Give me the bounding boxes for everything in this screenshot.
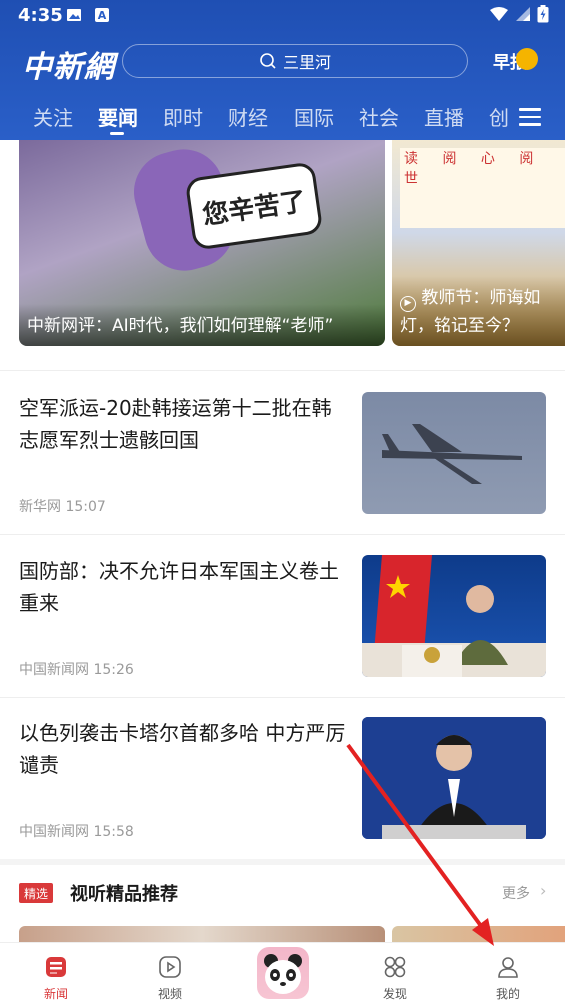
signal-icon xyxy=(516,7,530,21)
search-icon xyxy=(260,53,276,69)
video-play-icon: ▶ xyxy=(400,296,416,312)
section-header: 精选 视听精品推荐 更多 › xyxy=(0,875,565,909)
nav-label: 新闻 xyxy=(43,987,68,1001)
news-title: 空军派运-20赴韩接运第十二批在韩志愿军烈士遗骸回国 xyxy=(19,396,332,452)
tab-realtime[interactable]: 即时 xyxy=(163,102,203,131)
morning-report-badge xyxy=(516,48,538,70)
news-time: 15:26 xyxy=(93,662,134,678)
news-meta: 新华网 15:07 xyxy=(19,496,106,516)
carousel-caption-side: ▶ 教师节：师诲如灯，铭记至今？ xyxy=(392,276,565,346)
news-time: 15:58 xyxy=(93,824,134,840)
search-placeholder: 三里河 xyxy=(282,53,331,72)
carousel-caption-side-text: 教师节：师诲如灯，铭记至今？ xyxy=(400,288,541,336)
chevron-right-icon[interactable]: › xyxy=(540,881,546,900)
aircraft-image xyxy=(382,424,522,484)
gallery-icon xyxy=(67,9,81,21)
press-conference-image xyxy=(362,717,546,839)
video-play-icon xyxy=(159,956,181,978)
tab-create[interactable]: 创 xyxy=(489,102,509,131)
divider xyxy=(0,370,565,371)
more-link[interactable]: 更多 xyxy=(502,883,530,903)
nav-label: 视频 xyxy=(157,987,182,1001)
news-app-screen: 4:35 A 中新網 三里河 早报 关注 要闻 即时 财经 国际 社会 直播 创… xyxy=(0,0,565,1004)
classroom-board-text: 读 阅 心 阅 世 xyxy=(404,151,544,187)
bottom-navigation: 新闻 视频 发现 我的 xyxy=(0,942,565,1004)
active-tab-indicator xyxy=(110,132,124,135)
panda-face xyxy=(264,954,302,994)
category-tabs: 关注 要闻 即时 财经 国际 社会 直播 创 xyxy=(0,96,565,136)
news-title: 以色列袭击卡塔尔首都多哈 中方严厉谴责 xyxy=(19,721,346,777)
wifi-icon xyxy=(490,7,508,21)
nav-news[interactable]: 新闻 xyxy=(16,943,96,1004)
status-time: 4:35 xyxy=(18,5,63,26)
news-icon xyxy=(46,957,66,977)
tab-society[interactable]: 社会 xyxy=(359,102,399,131)
profile-icon xyxy=(498,957,518,978)
battery-icon xyxy=(537,5,549,23)
news-title: 国防部：决不允许日本军国主义卷土重来 xyxy=(19,559,339,615)
section-gap xyxy=(0,859,565,865)
news-item[interactable]: 空军派运-20赴韩接运第十二批在韩志愿军烈士遗骸回国 新华网 15:07 xyxy=(0,374,565,534)
headline-carousel: 您辛苦了 中新网评：AI时代，我们如何理解“老师” 读 阅 心 阅 世 ▶ 教师… xyxy=(0,140,565,352)
tab-live[interactable]: 直播 xyxy=(424,102,464,131)
nav-video[interactable]: 视频 xyxy=(130,943,210,1004)
news-source: 新华网 xyxy=(19,499,61,515)
carousel-card-side[interactable]: 读 阅 心 阅 世 ▶ 教师节：师诲如灯，铭记至今？ xyxy=(392,140,565,346)
news-meta: 中国新闻网 15:58 xyxy=(19,821,134,841)
news-meta: 中国新闻网 15:26 xyxy=(19,659,134,679)
panda-icon[interactable] xyxy=(257,947,309,999)
news-thumbnail-spokesperson xyxy=(362,555,546,677)
font-a-icon: A xyxy=(95,8,109,22)
news-time: 15:07 xyxy=(65,499,106,515)
discover-grid-icon xyxy=(384,956,406,978)
spokesperson-image xyxy=(362,555,546,677)
section-title: 视听精品推荐 xyxy=(70,884,178,905)
divider xyxy=(0,697,565,698)
status-bar: 4:35 A xyxy=(0,0,565,32)
nav-label: 发现 xyxy=(382,987,407,1001)
news-item[interactable]: 以色列袭击卡塔尔首都多哈 中方严厉谴责 中国新闻网 15:58 xyxy=(0,699,565,859)
menu-icon[interactable] xyxy=(519,108,541,126)
tab-headlines[interactable]: 要闻 xyxy=(98,102,138,131)
news-thumbnail-plane xyxy=(362,392,546,514)
nav-label: 我的 xyxy=(495,987,520,1001)
tab-finance[interactable]: 财经 xyxy=(228,102,268,131)
nav-profile[interactable]: 我的 xyxy=(468,943,548,1004)
news-item[interactable]: 国防部：决不允许日本军国主义卷土重来 中国新闻网 15:26 xyxy=(0,537,565,697)
tab-follow[interactable]: 关注 xyxy=(33,102,73,131)
app-header: 4:35 A 中新網 三里河 早报 关注 要闻 即时 财经 国际 社会 直播 创 xyxy=(0,0,565,140)
top-bar: 中新網 三里河 早报 xyxy=(0,40,565,86)
news-thumbnail-press xyxy=(362,717,546,839)
tab-international[interactable]: 国际 xyxy=(294,102,334,131)
search-bar[interactable]: 三里河 xyxy=(122,44,468,78)
svg-text:A: A xyxy=(98,9,107,22)
carousel-card-main[interactable]: 您辛苦了 中新网评：AI时代，我们如何理解“老师” xyxy=(19,140,385,346)
app-logo[interactable]: 中新網 xyxy=(22,42,115,86)
status-icons xyxy=(489,5,549,23)
nav-discover[interactable]: 发现 xyxy=(355,943,435,1004)
carousel-caption-main: 中新网评：AI时代，我们如何理解“老师” xyxy=(19,304,385,346)
featured-badge: 精选 xyxy=(19,883,53,903)
classroom-image: 读 阅 心 阅 世 xyxy=(400,148,565,228)
news-source: 中国新闻网 xyxy=(19,662,89,678)
divider xyxy=(0,534,565,535)
news-source: 中国新闻网 xyxy=(19,824,89,840)
